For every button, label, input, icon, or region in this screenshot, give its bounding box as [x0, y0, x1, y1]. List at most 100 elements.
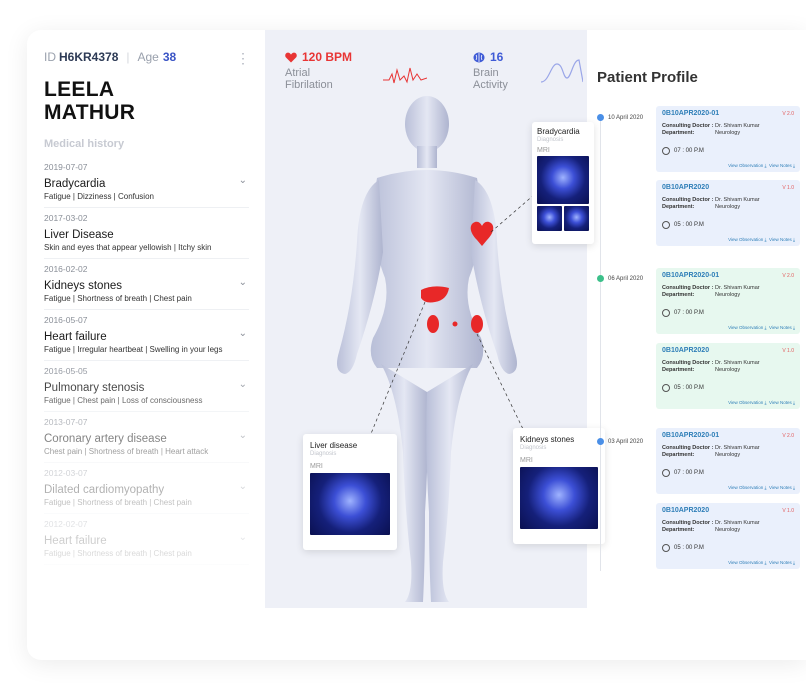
doctor-label: Consulting Doctor : [662, 123, 714, 129]
timeline-line [600, 116, 601, 571]
history-item[interactable]: 2017-03-02 Liver Disease Skin and eyes t… [44, 208, 249, 259]
timeline-dot [597, 438, 604, 445]
chevron-down-icon[interactable]: ⌄ [239, 175, 247, 186]
department-name: Neurology [715, 367, 741, 373]
history-item[interactable]: 2013-07-07 Coronary artery disease Chest… [44, 412, 249, 463]
doctor-label: Consulting Doctor : [662, 197, 714, 203]
history-date: 2012-03-07 [44, 468, 88, 478]
liver-disease-popup[interactable]: Liver disease Diagnosis MRI [303, 434, 397, 550]
view-notes-link[interactable]: View Notes [769, 560, 792, 565]
patient-dashboard-card: ID H6KR4378 | Age 38 ⋮ LEELA MATHUR Medi… [27, 30, 806, 660]
entry-time: 05 : 00 P.M [674, 222, 704, 228]
consultation-entry[interactable]: 0B10APR2020-01 V 2.0 Consulting Doctor :… [656, 428, 800, 494]
department-label: Department: [662, 204, 695, 210]
department-label: Department: [662, 527, 695, 533]
timeline-date: 06 April 2020 [608, 276, 644, 282]
clock-icon [662, 469, 670, 477]
doctor-name: Dr. Shivam Kumar [715, 197, 760, 203]
download-icon[interactable]: ⤓ [765, 560, 767, 565]
view-notes-link[interactable]: View Notes [769, 325, 792, 330]
history-item[interactable]: 2012-02-07 Heart failure Fatigue | Short… [44, 514, 249, 565]
view-observation-link[interactable]: View Observation [728, 560, 763, 565]
view-notes-link[interactable]: View Notes [769, 400, 792, 405]
age-label: Age [137, 50, 159, 64]
download-icon[interactable]: ⤓ [793, 400, 795, 405]
consultation-entry[interactable]: 0B10APR2020 V 1.0 Consulting Doctor : Dr.… [656, 180, 800, 246]
consultation-entry[interactable]: 0B10APR2020 V 1.0 Consulting Doctor : Dr.… [656, 343, 800, 409]
view-observation-link[interactable]: View Observation [728, 237, 763, 242]
view-observation-link[interactable]: View Observation [728, 400, 763, 405]
doctor-label: Consulting Doctor : [662, 285, 714, 291]
more-options-icon[interactable]: ⋮ [236, 50, 250, 67]
heart-label-line1: Atrial [285, 67, 311, 79]
entry-id: 0B10APR2020 [662, 507, 710, 514]
doctor-name: Dr. Shivam Kumar [715, 285, 760, 291]
view-observation-link[interactable]: View Observation [728, 163, 763, 168]
chevron-down-icon[interactable]: ⌄ [239, 328, 247, 339]
doctor-label: Consulting Doctor : [662, 520, 714, 526]
history-item[interactable]: 2019-07-07 Bradycardia Fatigue | Dizzine… [44, 157, 249, 208]
history-title: Bradycardia [44, 178, 106, 190]
history-date: 2016-02-02 [44, 264, 88, 274]
brain-activity-label: Brain Activity [473, 67, 508, 91]
timeline-dot [597, 275, 604, 282]
mri-scan-thumbnail [537, 206, 562, 231]
popup-subtitle: Diagnosis [310, 451, 337, 457]
download-icon[interactable]: ⤓ [793, 325, 795, 330]
patient-age: 38 [162, 50, 177, 64]
left-kidney-organ[interactable] [427, 315, 439, 333]
heart-rate-vital: 120 BPM Atrial Fibrilation [285, 50, 352, 91]
history-item[interactable]: 2016-05-07 Heart failure Fatigue | Irreg… [44, 310, 249, 361]
download-icon[interactable]: ⤓ [765, 485, 767, 490]
view-observation-link[interactable]: View Observation [728, 325, 763, 330]
chevron-down-icon[interactable]: ⌄ [239, 379, 247, 390]
patient-last-name: MATHUR [44, 101, 136, 124]
download-icon[interactable]: ⤓ [793, 237, 795, 242]
chevron-down-icon[interactable]: ⌄ [239, 532, 247, 543]
patient-id: H6KR4378 [59, 50, 119, 64]
brain-label-line1: Brain [473, 67, 499, 79]
view-notes-link[interactable]: View Notes [769, 237, 792, 242]
doctor-label: Consulting Doctor : [662, 360, 714, 366]
download-icon[interactable]: ⤓ [793, 163, 795, 168]
view-observation-link[interactable]: View Observation [728, 485, 763, 490]
heart-rate-value-row: 120 BPM [285, 50, 352, 64]
mri-scan-thumbnail [564, 206, 589, 231]
history-title: Coronary artery disease [44, 433, 167, 445]
chevron-down-icon[interactable]: ⌄ [239, 430, 247, 441]
download-icon[interactable]: ⤓ [793, 560, 795, 565]
consultation-entry[interactable]: 0B10APR2020 V 1.0 Consulting Doctor : Dr.… [656, 503, 800, 569]
download-icon[interactable]: ⤓ [765, 237, 767, 242]
history-symptoms: Fatigue | Dizziness | Confusion [44, 192, 154, 201]
view-notes-link[interactable]: View Notes [769, 485, 792, 490]
popup-mri-label: MRI [310, 463, 323, 470]
doctor-label: Consulting Doctor : [662, 445, 714, 451]
download-icon[interactable]: ⤓ [765, 163, 767, 168]
mri-scan-image [310, 473, 390, 535]
entry-time: 07 : 00 P.M [674, 470, 704, 476]
download-icon[interactable]: ⤓ [765, 325, 767, 330]
history-title: Kidneys stones [44, 280, 122, 292]
entry-id: 0B10APR2020-01 [662, 432, 720, 439]
heart-icon [285, 52, 297, 62]
bradycardia-popup[interactable]: Bradycardia Diagnosis MRI [532, 122, 594, 244]
history-item[interactable]: 2012-03-07 Dilated cardiomyopathy Fatigu… [44, 463, 249, 514]
popup-mri-label: MRI [537, 147, 550, 154]
version-badge: V 2.0 [782, 111, 794, 117]
brain-value-row: 16 [473, 50, 508, 64]
brain-waveform-icon [541, 59, 583, 83]
view-notes-link[interactable]: View Notes [769, 163, 792, 168]
consultation-entry[interactable]: 0B10APR2020-01 V 2.0 Consulting Doctor :… [656, 268, 800, 334]
id-label: ID [44, 50, 56, 64]
popup-subtitle: Diagnosis [537, 137, 564, 143]
right-kidney-organ[interactable] [471, 315, 483, 333]
chevron-down-icon[interactable]: ⌄ [239, 481, 247, 492]
consultation-entry[interactable]: 0B10APR2020-01 V 2.0 Consulting Doctor :… [656, 106, 800, 172]
department-name: Neurology [715, 130, 741, 136]
history-item[interactable]: 2016-02-02 Kidneys stones Fatigue | Shor… [44, 259, 249, 310]
history-item[interactable]: 2016-05-05 Pulmonary stenosis Fatigue | … [44, 361, 249, 412]
download-icon[interactable]: ⤓ [765, 400, 767, 405]
popup-title: Bradycardia [537, 127, 580, 136]
download-icon[interactable]: ⤓ [793, 485, 795, 490]
chevron-down-icon[interactable]: ⌄ [239, 277, 247, 288]
